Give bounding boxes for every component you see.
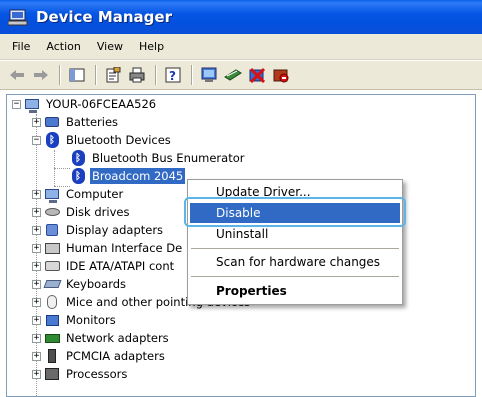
tree-item-ide-controllers[interactable]: IDE ATA/ATAPI cont [44, 257, 176, 275]
pcmcia-icon [44, 348, 60, 364]
tree-item-label: Computer [66, 187, 124, 201]
properties-icon[interactable] [102, 64, 124, 86]
mouse-icon [44, 294, 60, 310]
network-adapter-icon [44, 330, 60, 346]
uninstall-icon[interactable] [246, 64, 268, 86]
bluetooth-expander[interactable]: − [32, 136, 41, 145]
tree-item-disk-drives[interactable]: Disk drives [44, 203, 131, 221]
bluetooth-icon: ᛒ [44, 132, 60, 148]
menu-separator [191, 248, 399, 249]
disable-icon[interactable] [270, 64, 292, 86]
bluetooth-icon: ᛒ [70, 150, 86, 166]
tree-item-label: Batteries [66, 115, 119, 129]
tree-item-pcmcia-adapters[interactable]: PCMCIA adapters [44, 347, 167, 365]
tree-item-batteries[interactable]: Batteries [44, 113, 120, 131]
window-title: Device Manager [36, 8, 172, 26]
disk-drive-icon [44, 204, 60, 220]
device-manager-icon [7, 9, 28, 26]
processors-expander[interactable]: + [32, 370, 41, 379]
monitor-icon [44, 312, 60, 328]
menu-file[interactable]: File [4, 40, 38, 53]
tree-item-human-interface-devices[interactable]: Human Interface De [44, 239, 184, 257]
tree-item-label: Bluetooth Bus Enumerator [92, 151, 245, 165]
network-adapters-expander[interactable]: + [32, 334, 41, 343]
menu-action[interactable]: Action [38, 40, 88, 53]
hid-expander[interactable]: + [32, 244, 41, 253]
context-menu: Update Driver... Disable Uninstall Scan … [187, 179, 403, 305]
tree-item-bluetooth-bus-enumerator[interactable]: ᛒ Bluetooth Bus Enumerator [70, 149, 246, 167]
tree-item-label: PCMCIA adapters [66, 349, 165, 363]
tree-item-keyboards[interactable]: Keyboards [43, 275, 128, 293]
svg-text:?: ? [169, 69, 176, 83]
menu-item-update-driver[interactable]: Update Driver... [190, 182, 400, 202]
tree-item-label: Processors [66, 367, 128, 381]
display-adapter-icon [44, 222, 60, 238]
back-arrow-icon[interactable] [6, 64, 28, 86]
toolbar-separator [59, 65, 61, 85]
tree-item-broadcom-2045[interactable]: ᛒ Broadcom 2045 [70, 167, 186, 185]
display-adapters-expander[interactable]: + [32, 226, 41, 235]
tree-item-monitors[interactable]: Monitors [44, 311, 118, 329]
tree-item-computer[interactable]: Computer [44, 185, 125, 203]
tree-item-label: Bluetooth Devices [66, 133, 171, 147]
root-label: YOUR-06FCEAA526 [46, 97, 157, 111]
tree-item-label: Keyboards [66, 277, 127, 291]
mice-expander[interactable]: + [32, 298, 41, 307]
title-bar: Device Manager [0, 0, 482, 34]
ide-controller-icon [44, 258, 60, 274]
tree-item-label: IDE ATA/ATAPI cont [66, 259, 175, 273]
hid-icon [44, 240, 60, 256]
computer-icon [24, 96, 40, 113]
toolbar-separator [191, 65, 193, 85]
menu-bar: File Action View Help [0, 34, 482, 60]
tree-item-network-adapters[interactable]: Network adapters [44, 329, 171, 347]
tree-item-bluetooth-devices[interactable]: ᛒ Bluetooth Devices [44, 131, 173, 149]
ide-expander[interactable]: + [32, 262, 41, 271]
toolbar-separator [95, 65, 97, 85]
tree-item-label: Network adapters [66, 331, 169, 345]
toolbar: ? [0, 61, 482, 90]
tree-item-label: Display adapters [66, 223, 164, 237]
menu-help[interactable]: Help [131, 40, 172, 53]
forward-arrow-icon[interactable] [30, 64, 52, 86]
keyboards-expander[interactable]: + [32, 280, 41, 289]
show-hide-console-tree-icon[interactable] [66, 64, 88, 86]
tree-item-label: Monitors [66, 313, 116, 327]
scan-hardware-icon[interactable] [198, 64, 220, 86]
menu-item-uninstall[interactable]: Uninstall [190, 224, 400, 244]
disk-drives-expander[interactable]: + [32, 208, 41, 217]
tree-item-label: Broadcom 2045 [90, 168, 186, 184]
monitors-expander[interactable]: + [32, 316, 41, 325]
print-icon[interactable] [126, 64, 148, 86]
battery-icon [44, 114, 60, 130]
tree-root[interactable]: YOUR-06FCEAA526 [24, 95, 158, 113]
help-icon[interactable]: ? [162, 64, 184, 86]
menu-view[interactable]: View [89, 40, 131, 53]
menu-item-properties[interactable]: Properties [190, 281, 400, 301]
batteries-expander[interactable]: + [32, 118, 41, 127]
tree-connector [54, 168, 70, 169]
update-driver-icon[interactable] [222, 64, 244, 86]
tree-item-label: Human Interface De [66, 241, 183, 255]
processor-icon [44, 366, 60, 382]
tree-item-processors[interactable]: Processors [44, 365, 129, 383]
bluetooth-icon: ᛒ [70, 168, 86, 184]
computer-expander[interactable]: + [32, 190, 41, 199]
pcmcia-expander[interactable]: + [32, 352, 41, 361]
tree-item-display-adapters[interactable]: Display adapters [44, 221, 165, 239]
toolbar-separator [155, 65, 157, 85]
menu-item-scan-hardware[interactable]: Scan for hardware changes [190, 252, 400, 272]
root-expander[interactable]: − [12, 100, 21, 109]
menu-separator [191, 276, 399, 277]
tree-item-label: Disk drives [66, 205, 130, 219]
menu-item-disable[interactable]: Disable [190, 203, 400, 223]
keyboard-icon [43, 276, 61, 292]
computer-icon [44, 186, 60, 203]
